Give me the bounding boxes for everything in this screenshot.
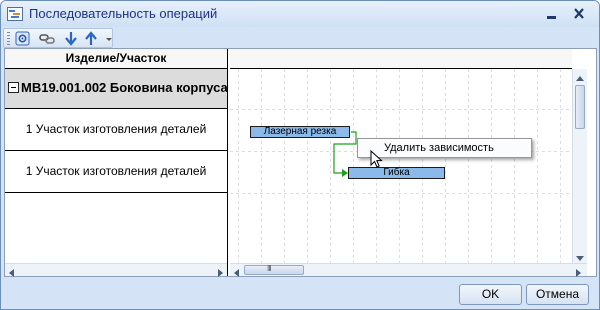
horizontal-scrollbar[interactable] [230, 263, 587, 277]
chevron-down-icon[interactable] [100, 30, 112, 47]
ok-button[interactable]: OK [459, 284, 522, 305]
dialog-footer: OK Отмена [1, 278, 599, 309]
timeline-grid[interactable] [230, 69, 572, 263]
column-header-item[interactable]: Изделие/Участок [5, 49, 227, 69]
group-row[interactable]: МВ19.001.002 Боковина корпуса [5, 69, 228, 109]
task-bar-laser-cutting[interactable]: Лазерная резка [250, 126, 350, 138]
title-bar[interactable]: Последовательность операций [1, 1, 599, 27]
timeline-header [230, 49, 572, 69]
scroll-right-icon[interactable] [574, 266, 582, 277]
scroll-thumb[interactable] [575, 85, 585, 129]
cancel-button[interactable]: Отмена [526, 284, 589, 305]
arrow-up-icon[interactable] [82, 30, 100, 47]
gantt-app-icon [7, 7, 23, 21]
task-bar-bending[interactable]: Гибка [348, 167, 445, 179]
dependency-connector[interactable] [230, 69, 572, 263]
scroll-right-icon[interactable] [216, 266, 224, 277]
scroll-left-icon[interactable] [233, 266, 241, 277]
vertical-scrollbar[interactable] [572, 69, 587, 263]
scroll-down-icon[interactable] [576, 251, 584, 261]
collapse-icon[interactable] [8, 82, 19, 93]
minimize-button[interactable] [541, 5, 563, 23]
toolbar-grip[interactable] [7, 32, 10, 45]
group-label: МВ19.001.002 Боковина корпуса [21, 80, 228, 95]
settings-icon[interactable] [14, 30, 32, 47]
gantt-panel: Изделие/Участок МВ19.001.002 Боковина ко… [4, 48, 597, 277]
item-tree-pane: Изделие/Участок МВ19.001.002 Боковина ко… [5, 49, 228, 277]
scroll-left-icon[interactable] [8, 266, 16, 277]
dialog-window: Последовательность операций Изделие/Учас… [0, 0, 600, 310]
close-button[interactable] [568, 5, 590, 23]
toolbar [3, 28, 113, 48]
horizontal-scrollbar[interactable] [5, 263, 227, 277]
scroll-thumb[interactable] [244, 264, 304, 275]
mouse-cursor-icon [370, 149, 386, 170]
timeline-pane: Лазерная резка Гибка Удалить зависимость [230, 49, 596, 277]
window-title: Последовательность операций [29, 6, 218, 21]
scroll-up-icon[interactable] [576, 72, 584, 81]
arrow-down-icon[interactable] [62, 30, 80, 47]
list-item[interactable]: 1 Участок изготовления деталей [5, 109, 227, 151]
link-icon[interactable] [38, 30, 56, 47]
list-item[interactable]: 1 Участок изготовления деталей [5, 151, 227, 193]
